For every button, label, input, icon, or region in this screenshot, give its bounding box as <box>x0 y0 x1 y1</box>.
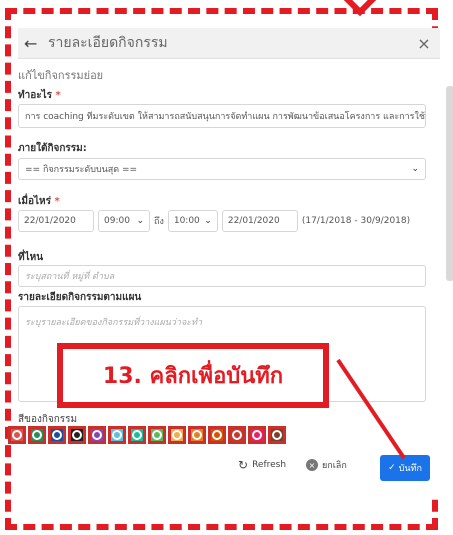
annotation-pointer-line <box>336 358 406 460</box>
